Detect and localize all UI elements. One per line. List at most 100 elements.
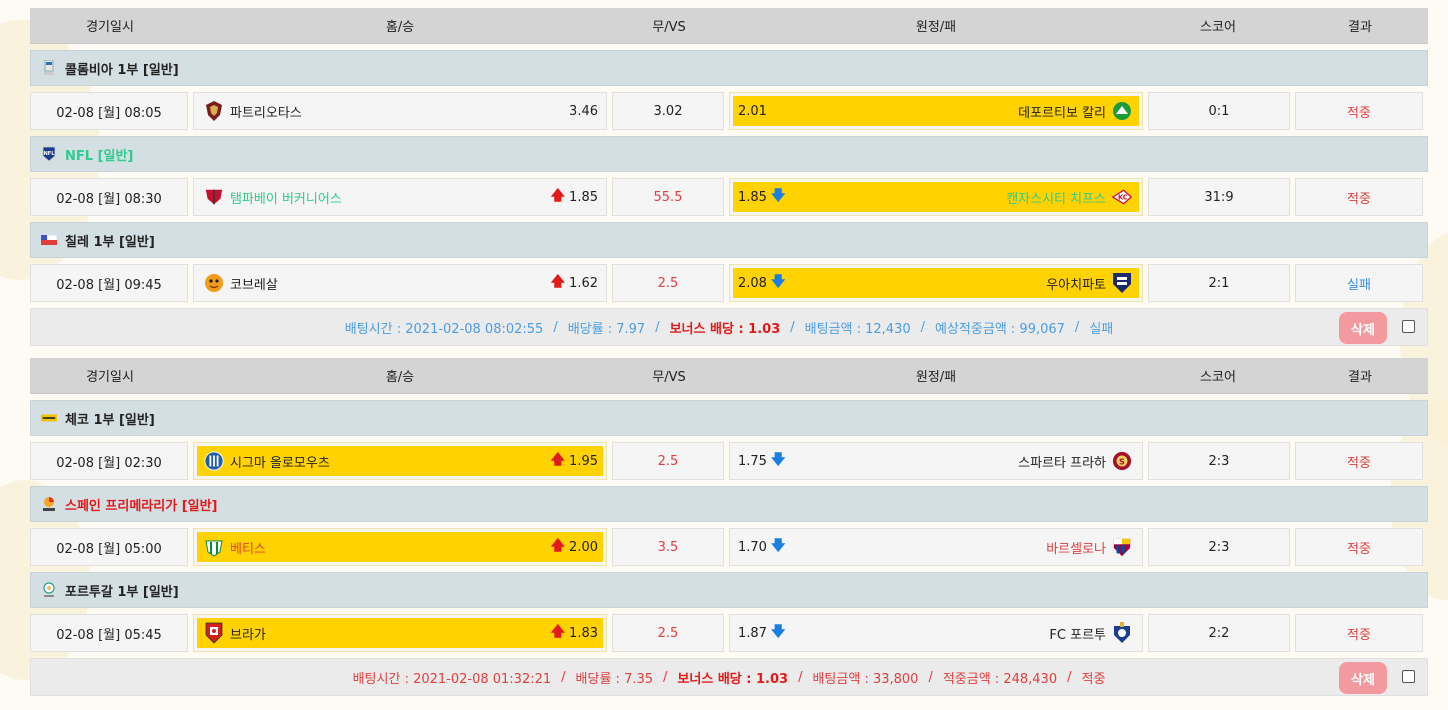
home-odds: 1.83 xyxy=(569,625,598,641)
league-name: 체코 1부 [일반] xyxy=(65,412,155,428)
game-date: 02-08 [월] 08:30 xyxy=(30,178,188,216)
away-team-name: 데포르티보 칼리 xyxy=(1018,105,1106,121)
header-result: 결과 xyxy=(1348,370,1372,385)
laliga-icon xyxy=(41,496,57,512)
away-team-name: FC 포르투 xyxy=(1049,627,1106,643)
arrow-up-icon: 🡅 xyxy=(550,624,566,640)
header-score: 스코어 xyxy=(1200,370,1236,385)
separator: / xyxy=(1067,669,1072,685)
table-header: 경기일시 홈/승 무/VS 원정/패 스코어 결과 xyxy=(30,8,1428,44)
away-odds: 1.70 xyxy=(738,539,767,555)
league-row: NFL NFL [일반] xyxy=(30,136,1428,172)
bet-rate: 배당률 : 7.35 xyxy=(575,671,654,687)
draw-odds: 2.5 xyxy=(657,453,679,469)
header-date: 경기일시 xyxy=(86,370,134,385)
fc-porto-crest-icon xyxy=(1112,622,1132,643)
separator: / xyxy=(790,319,795,335)
draw-cell[interactable]: 3.02 xyxy=(612,92,724,130)
game-date: 02-08 [월] 05:45 xyxy=(30,614,188,652)
separator: / xyxy=(928,669,933,685)
away-team-name: 우아치파토 xyxy=(1046,277,1106,293)
away-cell[interactable]: 1.70 🡇 바르셀로나 xyxy=(729,528,1143,566)
home-cell[interactable]: 코브레살 🡅 1.62 xyxy=(193,264,607,302)
home-odds: 1.95 xyxy=(569,453,598,469)
game-score: 31:9 xyxy=(1148,178,1290,216)
home-cell[interactable]: 브라가 🡅 1.83 xyxy=(193,614,607,652)
home-cell[interactable]: 베티스 🡅 2.00 xyxy=(193,528,607,566)
separator: / xyxy=(561,669,566,685)
draw-cell[interactable]: 3.5 xyxy=(612,528,724,566)
chiefs-arrowhead-icon: KC xyxy=(1112,187,1132,207)
header-home: 홈/승 xyxy=(385,370,415,385)
away-cell[interactable]: 2.01 데포르티보 칼리 xyxy=(729,92,1143,130)
delete-button[interactable]: 삭제 xyxy=(1339,662,1387,694)
sigma-olomouc-crest-icon xyxy=(204,451,224,471)
home-cell[interactable]: 탬파베이 버커니어스 🡅 1.85 xyxy=(193,178,607,216)
home-cell[interactable]: 파트리오타스 3.46 xyxy=(193,92,607,130)
home-cell[interactable]: 시그마 올로모우츠 🡅 1.95 xyxy=(193,442,607,480)
czech-league-icon xyxy=(41,410,57,426)
slip-status: 실패 xyxy=(1089,321,1114,337)
away-cell[interactable]: 1.85 🡇 캔자스시티 치프스 KC xyxy=(729,178,1143,216)
betis-crest-icon xyxy=(204,537,224,557)
select-checkbox[interactable] xyxy=(1402,320,1415,333)
header-result: 결과 xyxy=(1348,20,1372,35)
league-name: 콜롬비아 1부 [일반] xyxy=(65,62,179,78)
colombia-league-icon xyxy=(41,60,57,76)
away-odds: 1.87 xyxy=(738,625,767,641)
svg-text:S: S xyxy=(1119,457,1125,467)
bonus-rate: 보너스 배당 : 1.03 xyxy=(669,321,781,337)
header-date: 경기일시 xyxy=(86,20,134,35)
delete-button[interactable]: 삭제 xyxy=(1339,312,1387,344)
huachipato-shield-icon xyxy=(1112,273,1132,293)
game-row: 02-08 [월] 08:05 파트리오타스 3.46 3.02 2.01 데포… xyxy=(30,92,1428,130)
svg-text:KC: KC xyxy=(1118,194,1128,202)
patriotas-shield-icon xyxy=(204,101,224,121)
home-odds: 1.62 xyxy=(569,275,598,291)
chile-league-icon xyxy=(41,232,57,248)
draw-cell[interactable]: 55.5 xyxy=(612,178,724,216)
svg-text:NFL: NFL xyxy=(44,151,56,157)
game-result: 적중 xyxy=(1295,614,1423,652)
game-row: 02-08 [월] 08:30 탬파베이 버커니어스 🡅 1.85 55.5 1.… xyxy=(30,178,1428,216)
draw-cell[interactable]: 2.5 xyxy=(612,264,724,302)
home-odds: 3.46 xyxy=(569,103,598,119)
braga-crest-icon xyxy=(204,622,224,644)
game-row: 02-08 [월] 05:00 베티스 🡅 2.00 3.5 1.70 🡇 바르셀로… xyxy=(30,528,1428,566)
separator: / xyxy=(663,669,668,685)
game-row: 02-08 [월] 09:45 코브레살 🡅 1.62 2.5 2.08 🡇 우아치… xyxy=(30,264,1428,302)
away-cell[interactable]: 2.08 🡇 우아치파토 xyxy=(729,264,1143,302)
bet-amount: 배팅금액 : 12,430 xyxy=(804,321,911,337)
home-odds: 2.00 xyxy=(569,539,598,555)
buccaneers-flag-icon xyxy=(204,187,224,207)
win-amount: 적중금액 : 248,430 xyxy=(942,671,1058,687)
header-draw: 무/VS xyxy=(652,370,686,385)
select-checkbox[interactable] xyxy=(1402,670,1415,683)
header-home: 홈/승 xyxy=(385,20,415,35)
nfl-icon: NFL xyxy=(41,146,57,162)
home-team-name: 브라가 xyxy=(230,627,266,643)
home-team-name: 코브레살 xyxy=(230,277,278,293)
draw-odds: 2.5 xyxy=(657,625,679,641)
arrow-down-icon: 🡇 xyxy=(770,188,786,204)
draw-cell[interactable]: 2.5 xyxy=(612,442,724,480)
arrow-up-icon: 🡅 xyxy=(550,274,566,290)
arrow-up-icon: 🡅 xyxy=(550,188,566,204)
bet-amount: 배팅금액 : 33,800 xyxy=(812,671,919,687)
bet-slip: 경기일시 홈/승 무/VS 원정/패 스코어 결과 체코 1부 [일반] 02-… xyxy=(30,358,1428,696)
game-date: 02-08 [월] 08:05 xyxy=(30,92,188,130)
separator: / xyxy=(1074,319,1080,335)
away-cell[interactable]: 1.75 🡇 스파르타 프라하 S xyxy=(729,442,1143,480)
sparta-praha-crest-icon: S xyxy=(1112,451,1132,471)
away-cell[interactable]: 1.87 🡇 FC 포르투 xyxy=(729,614,1143,652)
draw-cell[interactable]: 2.5 xyxy=(612,614,724,652)
separator: / xyxy=(553,319,558,335)
league-row: 체코 1부 [일반] xyxy=(30,400,1428,436)
home-odds: 1.85 xyxy=(569,189,598,205)
game-score: 0:1 xyxy=(1148,92,1290,130)
game-result: 적중 xyxy=(1295,442,1423,480)
league-name: NFL [일반] xyxy=(65,148,134,164)
arrow-down-icon: 🡇 xyxy=(770,624,786,640)
arrow-down-icon: 🡇 xyxy=(770,452,786,468)
game-score: 2:3 xyxy=(1148,442,1290,480)
